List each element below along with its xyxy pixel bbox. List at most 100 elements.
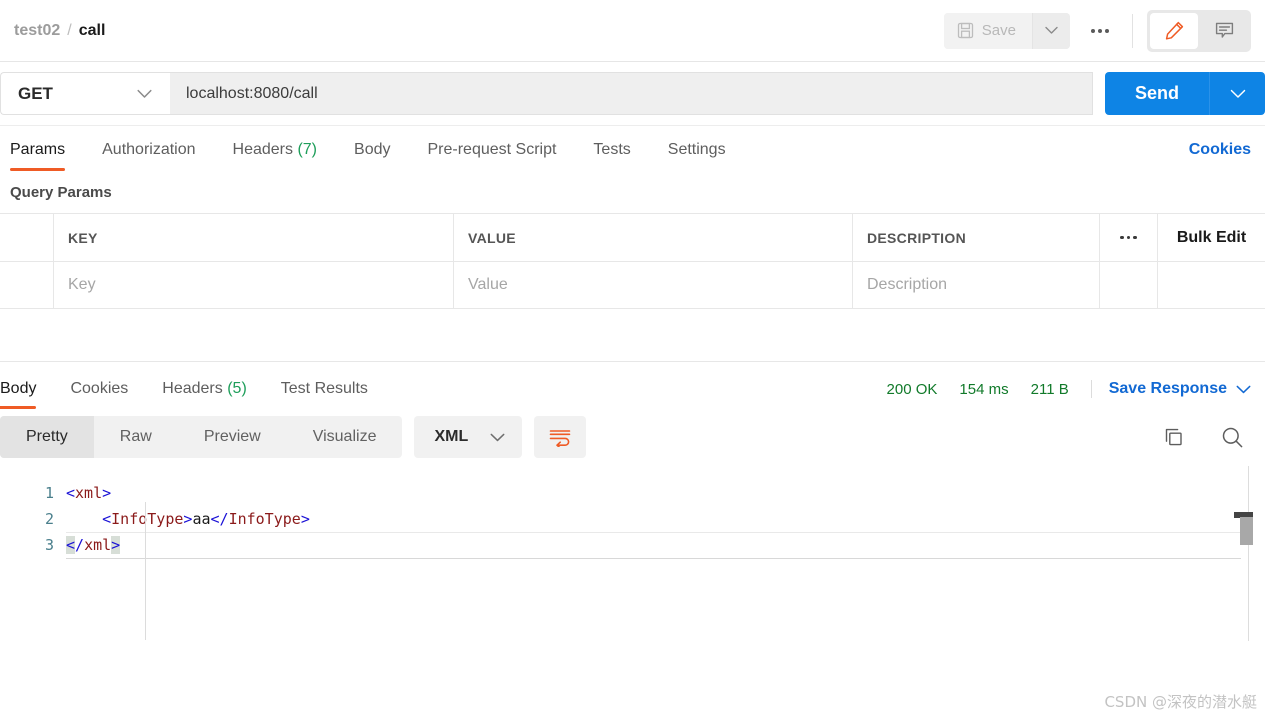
params-more-options-button[interactable] xyxy=(1100,214,1158,261)
query-params-table: KEY VALUE DESCRIPTION Bulk Edit Key Valu… xyxy=(0,213,1265,309)
save-options-caret[interactable] xyxy=(1032,12,1070,49)
top-bar-actions: Save xyxy=(943,9,1251,52)
tab-headers[interactable]: Headers (7) xyxy=(233,141,318,170)
view-raw-button[interactable]: Raw xyxy=(94,416,178,458)
tab-params[interactable]: Params xyxy=(10,141,66,171)
method-select[interactable]: GET xyxy=(0,72,170,115)
xml-bracket-match: < xyxy=(66,536,76,554)
header-description-cell: DESCRIPTION xyxy=(853,214,1100,261)
response-tab-headers-label: Headers xyxy=(162,380,223,397)
watermark: CSDN @深夜的潜水艇 xyxy=(1104,693,1257,711)
response-viewer-toolbar: Pretty Raw Preview Visualize XML xyxy=(0,408,1265,466)
header-gutter-cell xyxy=(0,214,54,261)
table-row: Key Value Description xyxy=(0,261,1265,308)
response-format-value: XML xyxy=(434,428,469,445)
response-tab-cookies-label: Cookies xyxy=(70,380,129,397)
code-line-2: <InfoType>aa</InfoType> xyxy=(66,506,1265,532)
search-icon[interactable] xyxy=(1220,425,1245,450)
tab-authorization-label: Authorization xyxy=(102,141,196,158)
response-code-content[interactable]: <xml> <InfoType>aa</InfoType> </xml> xyxy=(66,466,1265,641)
floppy-disk-icon xyxy=(957,22,974,39)
send-button[interactable]: Send xyxy=(1104,72,1209,115)
code-scrollbar-track[interactable] xyxy=(1248,466,1249,641)
row-tools-cell xyxy=(1100,262,1158,308)
param-key-placeholder: Key xyxy=(68,276,96,293)
chevron-down-icon xyxy=(1045,26,1058,35)
xml-tag-name: InfoType xyxy=(111,510,184,528)
tab-body[interactable]: Body xyxy=(354,141,390,170)
response-tab-test-results[interactable]: Test Results xyxy=(281,380,368,408)
breadcrumb-request-name[interactable]: call xyxy=(79,22,106,40)
breadcrumb-separator: / xyxy=(67,21,72,39)
line-number: 2 xyxy=(44,510,54,528)
response-viewer-actions xyxy=(1161,425,1251,450)
bulk-edit-button[interactable]: Bulk Edit xyxy=(1158,214,1265,261)
word-wrap-toggle[interactable] xyxy=(534,416,587,458)
request-more-options-button[interactable] xyxy=(1076,13,1124,49)
code-scrollbar-thumb[interactable] xyxy=(1240,517,1253,545)
response-tab-body-label: Body xyxy=(0,380,37,397)
view-mode-toggle xyxy=(1147,9,1251,52)
indent-guide xyxy=(145,502,146,640)
send-button-group: Send xyxy=(1104,72,1265,115)
ellipsis-icon xyxy=(1091,28,1095,33)
url-input[interactable]: localhost:8080/call xyxy=(170,72,1093,115)
header-description-label: DESCRIPTION xyxy=(867,229,966,246)
tab-pre-request-script[interactable]: Pre-request Script xyxy=(427,141,556,170)
response-tab-body[interactable]: Body xyxy=(0,380,37,409)
save-response-button[interactable]: Save Response xyxy=(1109,380,1251,398)
response-meta: 200 OK 154 ms 211 B Save Response xyxy=(887,380,1251,408)
send-options-caret[interactable] xyxy=(1209,72,1265,115)
save-button[interactable]: Save xyxy=(943,12,1032,49)
tab-settings-label: Settings xyxy=(667,141,726,158)
param-description-input[interactable]: Description xyxy=(853,262,1100,308)
status-badge: 200 OK xyxy=(886,380,938,398)
code-line-3: </xml> xyxy=(66,532,1241,559)
param-key-input[interactable]: Key xyxy=(54,262,454,308)
pencil-icon xyxy=(1164,20,1185,41)
row-gutter-cell xyxy=(0,262,54,308)
response-tabs: Body Cookies Headers (5) Test Results 20… xyxy=(0,362,1265,409)
view-preview-button[interactable]: Preview xyxy=(178,416,287,458)
header-key-label: KEY xyxy=(68,229,98,246)
tab-authorization[interactable]: Authorization xyxy=(102,141,195,170)
breadcrumb-collection[interactable]: test02 xyxy=(14,22,60,40)
param-value-input[interactable]: Value xyxy=(454,262,853,308)
tab-tests-label: Tests xyxy=(593,141,631,158)
response-format-select[interactable]: XML xyxy=(414,416,523,458)
row-bulk-cell xyxy=(1158,262,1265,308)
bulk-edit-label: Bulk Edit xyxy=(1176,228,1247,246)
request-tabs: Params Authorization Headers (7) Body Pr… xyxy=(0,126,1265,171)
param-value-placeholder: Value xyxy=(468,276,508,293)
meta-divider xyxy=(1090,380,1092,398)
xml-bracket: > xyxy=(300,510,310,528)
tab-body-label: Body xyxy=(354,141,391,158)
tab-pre-request-script-label: Pre-request Script xyxy=(427,141,557,158)
comment-icon xyxy=(1214,20,1235,41)
edit-mode-button[interactable] xyxy=(1150,12,1198,49)
xml-tag-name: xml xyxy=(84,536,112,554)
tab-settings[interactable]: Settings xyxy=(668,141,726,170)
top-bar: test02 / call Save xyxy=(0,0,1265,62)
cookies-link[interactable]: Cookies xyxy=(1189,141,1251,170)
comment-mode-button[interactable] xyxy=(1200,13,1248,49)
response-tab-cookies[interactable]: Cookies xyxy=(70,380,128,408)
header-value-cell: VALUE xyxy=(454,214,853,261)
copy-icon[interactable] xyxy=(1161,425,1186,450)
xml-bracket-match: > xyxy=(111,536,121,554)
response-body-viewer[interactable]: 1 2 3 <xml> <InfoType>aa</InfoType> </xm… xyxy=(0,466,1265,641)
response-size: 211 B xyxy=(1030,380,1069,398)
xml-bracket: < xyxy=(102,510,112,528)
view-visualize-button[interactable]: Visualize xyxy=(287,416,403,458)
chevron-down-icon xyxy=(1236,385,1251,394)
ellipsis-icon xyxy=(1120,235,1124,240)
postman-request-window: test02 / call Save GET localhost:8080/ca… xyxy=(0,0,1265,722)
tab-headers-label: Headers xyxy=(232,141,293,158)
query-params-title: Query Params xyxy=(10,184,112,201)
method-value: GET xyxy=(18,83,53,103)
view-pretty-button[interactable]: Pretty xyxy=(0,416,94,458)
tab-tests[interactable]: Tests xyxy=(593,141,630,170)
response-tab-headers[interactable]: Headers (5) xyxy=(162,380,247,408)
xml-slash: / xyxy=(75,536,85,554)
